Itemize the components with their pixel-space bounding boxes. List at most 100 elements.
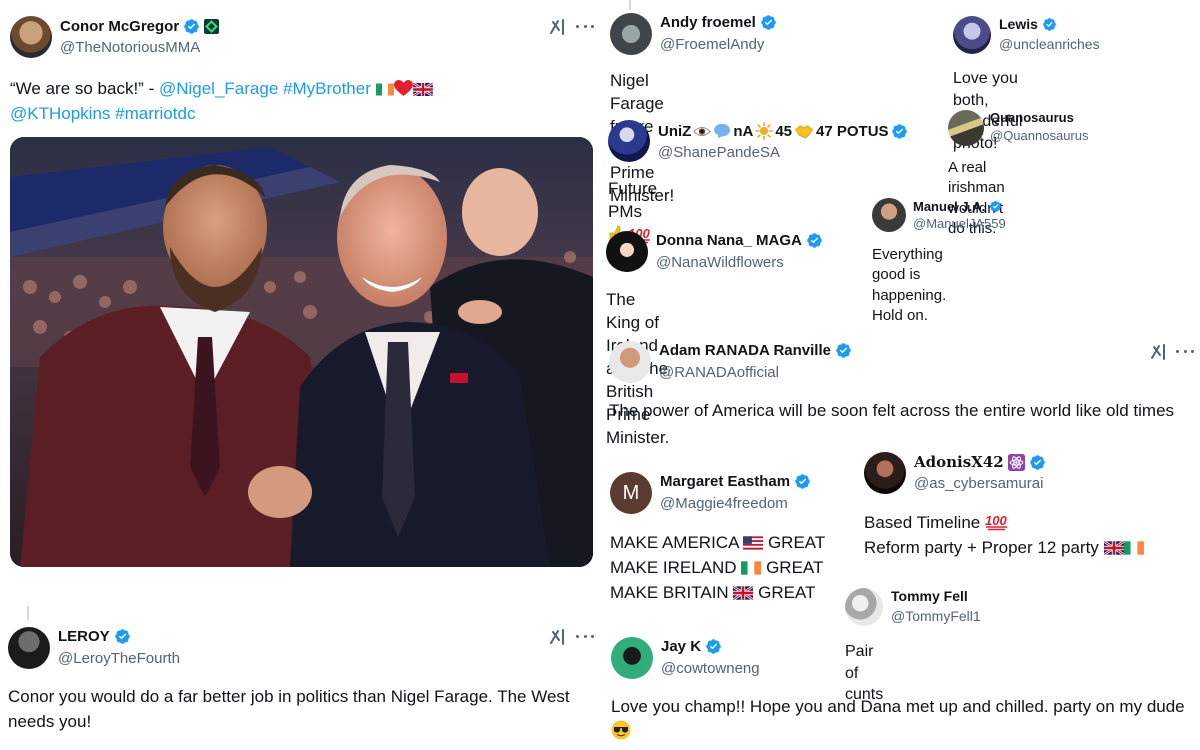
avatar[interactable] [872,198,906,232]
irish-flag-icon [741,561,761,575]
author-handle[interactable]: @uncleanriches [999,36,1100,52]
uk-flag-icon [413,83,433,96]
author-handle[interactable]: @FroemelAndy [660,36,764,53]
post-text: “We are so back!” - @Nigel_Farage #MyBro… [10,76,590,126]
text-line: Based Timeline [864,513,981,532]
avatar[interactable]: M [610,472,652,514]
text-line: GREAT [767,533,826,552]
avatar[interactable] [606,231,648,273]
author-handle[interactable]: @LeroyTheFourth [58,650,180,667]
author-name[interactable]: Andy froemel [660,14,756,31]
author-name[interactable]: Margaret Eastham [660,473,790,490]
reply-text-content: Future PMs [608,179,658,221]
avatar[interactable] [608,120,650,162]
text-line: MAKE IRELAND [610,558,737,577]
author-name[interactable]: Conor McGregor [60,18,179,35]
author-handle[interactable]: @TommyFell1 [891,608,981,624]
grok-icon[interactable] [1149,342,1169,362]
thread-line [629,0,631,10]
author-name[interactable]: Donna Nana_ MAGA [656,232,802,249]
text-line: MAKE BRITAIN [610,583,729,602]
quote-text: “We are so back!” - [10,79,159,98]
handshake-icon [794,124,814,139]
verified-badge-icon [835,342,852,359]
text-line: MAKE AMERICA [610,533,739,552]
avatar[interactable] [610,13,652,55]
avatar[interactable] [953,16,991,54]
thread-line [27,606,29,620]
grok-icon[interactable] [548,627,568,647]
verified-badge-icon [806,232,823,249]
text-line: GREAT [766,558,824,577]
author-handle[interactable]: @cowtowneng [661,660,760,677]
verified-badge-icon [989,200,1002,213]
avatar[interactable] [8,627,50,669]
author-name[interactable]: Lewis [999,16,1038,32]
more-options-icon[interactable] [1176,342,1194,360]
verified-badge-icon [114,628,131,645]
grok-icon[interactable] [548,17,568,37]
verified-badge-icon [794,473,811,490]
author-name-part[interactable]: nA [733,123,753,140]
avatar[interactable] [948,110,984,146]
avatar[interactable] [864,452,906,494]
author-name[interactable]: AdonisX42 [914,453,1004,471]
hashtag-link[interactable]: #marriotdc [115,104,195,123]
post-photo[interactable] [10,137,593,567]
mention-link[interactable]: @Nigel_Farage [159,79,278,98]
hashtag-link[interactable]: #MyBrother [283,79,371,98]
author-name[interactable]: LEROY [58,628,110,645]
more-options-icon[interactable] [576,627,594,645]
uk-flag-icon [1104,541,1124,555]
author-name[interactable]: Jay K [661,638,701,655]
speech-bubble-icon [713,123,731,139]
reply-text-content: Love you champ!! Hope you and Dana met u… [611,697,1185,716]
author-handle[interactable]: @ShanePandeSA [658,144,780,161]
verified-badge-icon [183,18,200,35]
avatar[interactable] [609,341,651,383]
verified-badge-icon [705,638,722,655]
author-handle[interactable]: @Quannosaurus [990,128,1088,143]
us-flag-icon [743,536,763,550]
sunglasses-face-icon [611,720,631,740]
author-handle[interactable]: @TheNotoriousMMA [60,39,200,56]
red-heart-icon [394,80,413,97]
mention-link[interactable]: @KTHopkins [10,104,110,123]
author-name-part[interactable]: UniZ [658,123,691,140]
reply-text: Love you champ!! Hope you and Dana met u… [611,694,1196,744]
author-name[interactable]: Manuel J.A. [913,199,985,214]
author-handle[interactable]: @RANADAofficial [659,364,779,381]
reply-text: Conor you would do a far better job in p… [8,687,570,731]
text-line: GREAT [758,583,816,602]
avatar[interactable] [611,637,653,679]
irish-flag-icon [1124,541,1144,555]
author-name-part[interactable]: 47 POTUS [816,123,889,140]
irish-flag-icon [376,83,394,96]
author-handle[interactable]: @NanaWildflowers [656,254,784,271]
verified-badge-icon [1042,17,1057,32]
reply-text: MAKE AMERICA GREAT MAKE IRELAND GREAT MA… [610,530,825,605]
author-handle[interactable]: @Maggie4freedom [660,495,788,512]
author-name[interactable]: Tommy Fell [891,588,968,604]
uk-flag-icon [733,586,753,600]
reply-text: The power of America will be soon felt a… [609,401,1175,420]
author-name[interactable]: Quanosaurus [990,110,1074,125]
avatar[interactable] [10,16,52,58]
avatar[interactable] [845,588,883,626]
verified-badge-icon [760,14,777,31]
verified-badge-icon [891,123,908,140]
hundred-points-icon [985,511,1009,531]
reply-text: Based Timeline Reform party + Proper 12 … [864,510,1144,560]
eye-icon [693,125,711,138]
author-name[interactable]: Adam RANADA Ranville [659,342,831,359]
text-line: Reform party + Proper 12 party [864,538,1099,557]
author-handle[interactable]: @ManuelJA559 [913,216,1006,231]
reply-text: Everything good is happening. Hold on. [872,246,947,324]
author-handle[interactable]: @as_cybersamurai [914,475,1043,492]
verified-badge-icon [1029,454,1046,471]
affiliate-badge-icon [204,19,220,34]
more-options-icon[interactable] [576,17,594,35]
atom-icon [1008,454,1025,471]
author-name-part[interactable]: 45 [775,123,792,140]
sun-icon [755,122,773,140]
